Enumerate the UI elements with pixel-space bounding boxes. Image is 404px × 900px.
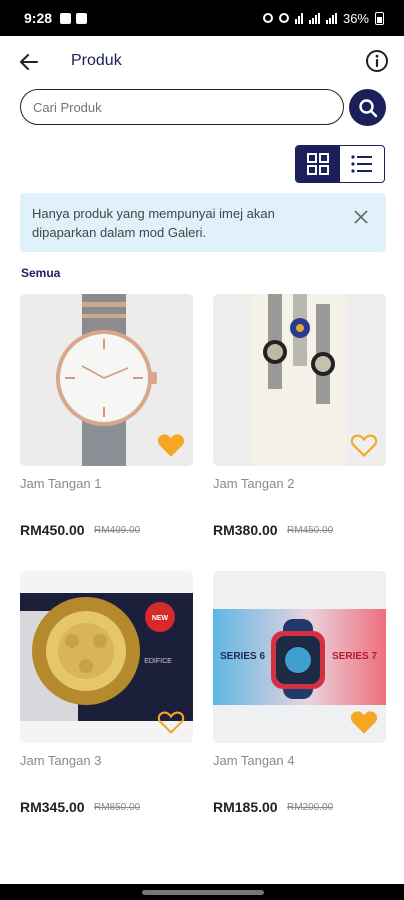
battery-icon <box>375 11 384 25</box>
system-icons: 36% <box>262 10 384 26</box>
search-input[interactable] <box>20 89 344 125</box>
product-price: RM450.00 <box>20 522 85 538</box>
heart-outline-icon[interactable] <box>350 432 378 458</box>
product-price: RM345.00 <box>20 799 85 815</box>
home-gesture-handle[interactable] <box>142 890 264 895</box>
product-name: Jam Tangan 2 <box>213 476 295 491</box>
search-row <box>20 89 386 126</box>
product-name: Jam Tangan 1 <box>20 476 102 491</box>
wifi-icon <box>294 12 303 24</box>
svg-text:NEW: NEW <box>152 615 169 622</box>
notification-icon <box>60 12 72 24</box>
back-button[interactable] <box>16 49 42 75</box>
notice-text: Hanya produk yang mempunyai imej akan di… <box>32 206 275 240</box>
gallery-icon <box>76 12 88 24</box>
alarm-icon <box>262 13 273 23</box>
product-price: RM185.00 <box>213 799 278 815</box>
product-card[interactable]: Jam Tangan 2 RM380.00 RM450.00 <box>213 294 386 538</box>
location-icon <box>278 13 289 23</box>
product-old-price: RM499.00 <box>94 525 141 536</box>
signal-icon-2 <box>325 12 337 24</box>
arrow-left-icon <box>20 54 38 70</box>
product-card[interactable]: SERIES 6 SERIES 7 Jam Tangan 4 RM185.00 … <box>213 571 386 815</box>
page-title: Produk <box>71 52 122 69</box>
banner-label-left: SERIES 6 <box>220 651 266 662</box>
search-button[interactable] <box>349 89 386 126</box>
product-price: RM380.00 <box>213 522 278 538</box>
product-old-price: RM850.00 <box>94 802 141 813</box>
app-bar: Produk <box>0 36 404 88</box>
gallery-notice: Hanya produk yang mempunyai imej akan di… <box>20 193 386 252</box>
grid-icon <box>307 153 329 175</box>
status-time: 9:28 <box>24 10 53 26</box>
signal-icon-1 <box>308 12 320 24</box>
info-icon <box>366 50 388 72</box>
product-card[interactable]: NEW EDIFICE Jam Tangan 3 RM345.00 RM850.… <box>20 571 193 815</box>
info-button[interactable] <box>365 49 389 73</box>
grid-view-button[interactable] <box>296 146 340 182</box>
product-image <box>213 294 386 466</box>
banner-label-right: SERIES 7 <box>332 651 378 662</box>
heart-filled-icon[interactable] <box>157 432 185 458</box>
close-icon[interactable] <box>354 210 368 224</box>
product-card[interactable]: Jam Tangan 1 RM450.00 RM499.00 <box>20 294 193 538</box>
product-name: Jam Tangan 4 <box>213 753 295 768</box>
heart-outline-icon[interactable] <box>157 709 185 735</box>
product-name: Jam Tangan 3 <box>20 753 102 768</box>
section-label: Semua <box>21 266 61 280</box>
svg-text:EDIFICE: EDIFICE <box>144 658 172 665</box>
notification-icons <box>60 12 88 24</box>
product-old-price: RM450.00 <box>287 525 334 536</box>
product-image <box>20 294 193 466</box>
status-bar: 9:28 36% <box>0 0 404 36</box>
heart-filled-icon[interactable] <box>350 709 378 735</box>
search-icon <box>358 98 377 117</box>
product-old-price: RM200.00 <box>287 802 334 813</box>
product-image: SERIES 6 SERIES 7 <box>213 571 386 743</box>
list-view-button[interactable] <box>340 146 384 182</box>
list-icon <box>351 155 372 173</box>
view-toggle <box>295 145 385 183</box>
product-image: NEW EDIFICE <box>20 571 193 743</box>
battery-percent: 36% <box>342 10 369 26</box>
